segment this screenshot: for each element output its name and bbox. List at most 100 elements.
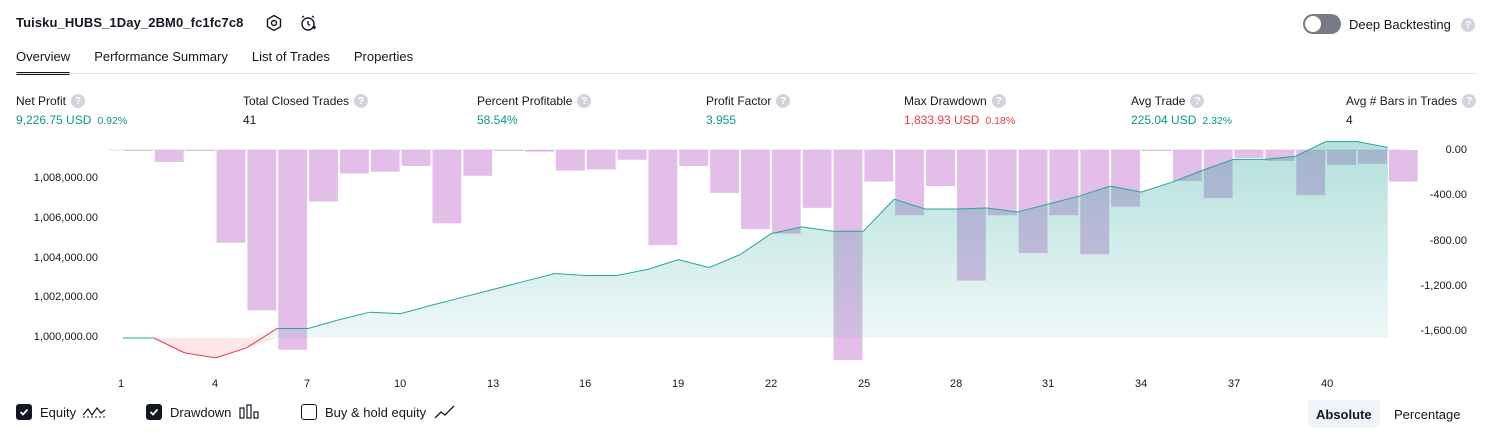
y-left-tick: 1,008,000.00	[33, 172, 98, 184]
settings-gear-icon[interactable]	[264, 13, 284, 33]
drawdown-bar	[525, 150, 554, 152]
drawdown-bar	[1234, 150, 1264, 159]
drawdown-bar	[309, 150, 338, 202]
metric-value: 58.54%	[477, 113, 518, 127]
tab-list-of-trades[interactable]: List of Trades	[252, 46, 330, 74]
deep-backtesting-label: Deep Backtesting	[1349, 17, 1451, 32]
toggle-knob	[1305, 16, 1321, 32]
metric-label: Avg Trade	[1131, 94, 1186, 108]
drawdown-bar	[555, 150, 585, 171]
drawdown-bar	[278, 150, 308, 350]
metric-avg-bars: Avg # Bars in Trades? 4	[1346, 94, 1477, 127]
metric-value: 4	[1346, 113, 1353, 127]
drawdown-bar	[741, 150, 770, 230]
y-right-tick: -400.00	[1429, 189, 1467, 201]
equity-checkbox[interactable]	[16, 404, 32, 420]
y-left-tick: 1,000,000.00	[33, 331, 98, 343]
drawdown-bar	[185, 150, 215, 151]
buy-hold-label: Buy & hold equity	[325, 404, 427, 420]
drawdown-bar	[124, 150, 153, 151]
equity-label: Equity	[40, 404, 77, 420]
drawdown-bar	[586, 150, 616, 170]
drawdown-bar	[802, 150, 832, 208]
metric-max-drawdown: Max Drawdown? 1,833.93 USD 0.18%	[904, 94, 1015, 127]
drawdown-bar	[247, 150, 277, 311]
help-icon[interactable]: ?	[1461, 18, 1475, 32]
metric-percent: 0.92%	[97, 115, 128, 127]
info-icon[interactable]: ?	[71, 94, 86, 108]
drawdown-bar	[154, 150, 184, 163]
x-tick: 22	[765, 378, 778, 390]
info-icon[interactable]: ?	[577, 94, 592, 108]
drawdown-bar	[648, 150, 678, 246]
y-left-tick: 1,002,000.00	[33, 291, 98, 303]
metric-label: Net Profit	[16, 94, 67, 108]
info-icon[interactable]: ?	[1462, 94, 1477, 108]
x-tick: 10	[394, 378, 407, 390]
metric-value: 1,833.93 USD	[904, 113, 980, 127]
drawdown-bar	[926, 150, 955, 187]
x-tick: 4	[212, 378, 219, 390]
metric-percent-profitable: Percent Profitable? 58.54%	[477, 94, 592, 127]
metric-value: 9,226.75 USD	[16, 113, 92, 127]
drawdown-bar	[710, 150, 739, 193]
drawdown-bar	[216, 150, 246, 243]
metric-label: Avg # Bars in Trades	[1346, 94, 1458, 108]
drawdown-bar	[432, 150, 462, 224]
y-right-tick: -1,600.00	[1420, 325, 1467, 337]
drawdown-bar	[1388, 150, 1418, 182]
metric-value: 225.04 USD	[1131, 113, 1197, 127]
legend-equity[interactable]: Equity	[16, 404, 106, 420]
x-tick: 16	[579, 378, 592, 390]
metric-percent: 0.18%	[985, 115, 1016, 127]
x-tick: 34	[1135, 378, 1148, 390]
tab-properties[interactable]: Properties	[354, 46, 413, 74]
tab-divider	[16, 73, 1477, 74]
x-tick: 7	[304, 378, 311, 390]
metric-label: Total Closed Trades	[243, 94, 350, 108]
legend-drawdown[interactable]: Drawdown	[146, 404, 260, 420]
x-tick: 13	[487, 378, 500, 390]
tab-performance-summary[interactable]: Performance Summary	[94, 46, 228, 74]
tab-overview[interactable]: Overview	[16, 46, 71, 75]
equity-line-icon	[82, 407, 106, 418]
drawdown-bar	[617, 150, 647, 160]
info-icon[interactable]: ?	[1190, 94, 1205, 108]
drawdown-bar	[463, 150, 493, 176]
info-icon[interactable]: ?	[991, 94, 1006, 108]
metric-value: 3.955	[706, 113, 737, 127]
absolute-toggle[interactable]: Absolute	[1308, 400, 1380, 428]
x-tick: 28	[950, 378, 963, 390]
metric-net-profit: Net Profit? 9,226.75 USD 0.92%	[16, 94, 127, 127]
percentage-toggle[interactable]: Percentage	[1386, 400, 1469, 428]
x-tick: 37	[1228, 378, 1241, 390]
metric-percent: 2.32%	[1202, 115, 1233, 127]
deep-backtesting-toggle[interactable]	[1303, 14, 1341, 34]
metric-label: Max Drawdown	[904, 94, 987, 108]
y-left-tick: 1,006,000.00	[33, 212, 98, 224]
equity-negative-fill	[123, 338, 1388, 358]
x-tick: 31	[1042, 378, 1055, 390]
drawdown-bar	[494, 150, 524, 151]
metric-value: 41	[243, 113, 257, 127]
drawdown-bar	[987, 150, 1017, 216]
drawdown-checkbox[interactable]	[146, 404, 162, 420]
drawdown-bar	[401, 150, 431, 167]
metric-label: Percent Profitable	[477, 94, 573, 108]
metric-label: Profit Factor	[706, 94, 772, 108]
drawdown-bars-icon	[239, 404, 260, 419]
info-icon[interactable]: ?	[776, 94, 791, 108]
x-tick: 40	[1321, 378, 1334, 390]
buy-hold-checkbox[interactable]	[301, 404, 317, 420]
metric-avg-trade: Avg Trade? 225.04 USD 2.32%	[1131, 94, 1232, 127]
drawdown-bar	[339, 150, 369, 174]
y-left-tick: 1,004,000.00	[33, 252, 98, 264]
x-tick: 25	[858, 378, 871, 390]
legend-buy-hold[interactable]: Buy & hold equity	[301, 404, 456, 420]
buy-hold-line-icon	[434, 405, 455, 419]
info-icon[interactable]: ?	[354, 94, 369, 108]
y-right-tick: -1,200.00	[1420, 280, 1467, 292]
drawdown-bar	[370, 150, 400, 172]
strategy-title: Tuisku_HUBS_1Day_2BM0_fc1fc7c8	[16, 15, 244, 30]
add-alert-icon[interactable]	[298, 13, 318, 33]
